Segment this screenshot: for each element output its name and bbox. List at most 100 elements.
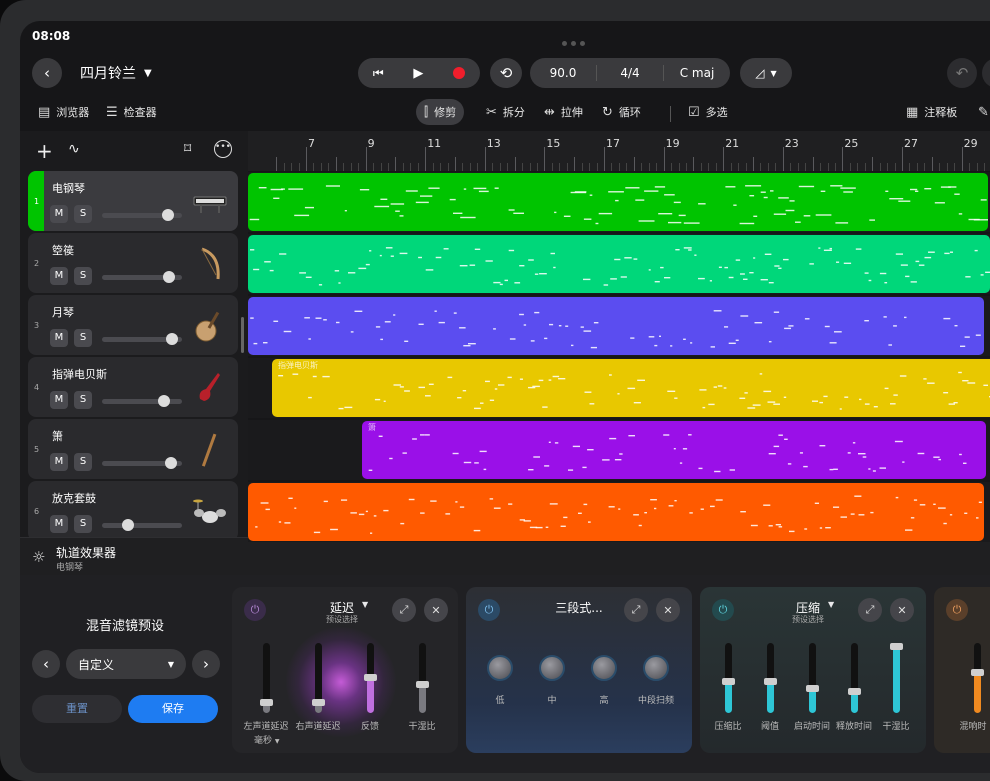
expand-button[interactable]: ⤢ (624, 598, 648, 622)
delay-fader[interactable] (312, 643, 325, 713)
solo-button[interactable]: S (74, 205, 92, 223)
fader-handle[interactable] (764, 677, 777, 685)
power-button[interactable]: ⏻ (244, 599, 266, 621)
fader-handle[interactable] (848, 688, 861, 695)
midi-region[interactable] (248, 173, 988, 231)
project-title-menu[interactable]: 四月铃兰 ▼ (80, 63, 152, 83)
browser-button[interactable]: ▤ 浏览器 (30, 99, 97, 125)
eq-knob[interactable] (487, 655, 513, 681)
compressor-fader[interactable] (764, 643, 777, 713)
mute-button[interactable]: M (50, 391, 68, 409)
track-volume-slider[interactable] (102, 457, 182, 469)
delay-fader[interactable] (260, 643, 273, 713)
fader-handle[interactable] (971, 669, 984, 676)
track-lane[interactable]: 指弹电贝斯 (248, 358, 990, 418)
expand-button[interactable]: ⤢ (392, 598, 416, 622)
back-button[interactable]: ‹ (32, 58, 62, 88)
notes-button[interactable]: ▦ 注释板 (898, 99, 965, 125)
automation-button[interactable]: ∿ (68, 141, 80, 157)
delay-unit-select[interactable]: 毫秒 ▼ (254, 733, 280, 746)
track-header[interactable]: 2 箜篌 M S (28, 233, 238, 293)
solo-button[interactable]: S (74, 515, 92, 533)
fader-handle[interactable] (890, 643, 903, 650)
track-volume-slider[interactable] (102, 395, 182, 407)
rewind-button[interactable]: ⏮ (373, 66, 384, 81)
preset-prev-button[interactable]: ‹ (32, 650, 60, 678)
delay-subtitle[interactable]: 预设选择 (317, 614, 367, 625)
compressor-fader[interactable] (722, 643, 735, 713)
fader-handle[interactable] (416, 681, 429, 688)
close-button[interactable]: ✕ (656, 598, 680, 622)
track-lane[interactable] (248, 482, 990, 542)
reset-button[interactable]: 重置 (32, 695, 122, 723)
solo-button[interactable]: S (74, 453, 92, 471)
volume-knob[interactable] (158, 395, 171, 407)
fader-handle[interactable] (260, 698, 273, 706)
trim-tool[interactable]: ⫿ 修剪 (416, 99, 465, 125)
pen-button[interactable]: ✎ (970, 99, 990, 125)
mute-button[interactable]: M (50, 329, 68, 347)
solo-button[interactable]: S (74, 391, 92, 409)
track-volume-slider[interactable] (102, 333, 182, 345)
time-signature[interactable]: 4/4 (597, 66, 663, 80)
tempo-value[interactable]: 90.0 (530, 66, 596, 80)
close-button[interactable]: ✕ (424, 598, 448, 622)
mute-button[interactable]: M (50, 205, 68, 223)
mute-button[interactable]: M (50, 515, 68, 533)
volume-knob[interactable] (161, 209, 174, 221)
track-lane[interactable]: 箫 (248, 420, 990, 480)
midi-region[interactable]: 箫 (362, 421, 986, 479)
metronome-menu[interactable]: ◿ ▼ (740, 58, 792, 88)
add-track-button[interactable]: + (36, 139, 53, 163)
delay-fader[interactable] (364, 643, 377, 713)
volume-knob[interactable] (121, 519, 134, 531)
close-button[interactable]: ✕ (890, 598, 914, 622)
delay-fader[interactable] (416, 643, 429, 713)
window-handle[interactable] (560, 31, 596, 46)
track-header[interactable]: 4 指弹电贝斯 M S (28, 357, 238, 417)
expand-button[interactable]: ⤢ (858, 598, 882, 622)
eq-knob[interactable] (643, 655, 669, 681)
midi-region[interactable] (248, 235, 990, 293)
midi-region[interactable]: 指弹电贝斯 (272, 359, 990, 417)
compressor-fader[interactable] (848, 643, 861, 713)
track-volume-slider[interactable] (102, 209, 182, 221)
volume-knob[interactable] (164, 457, 177, 469)
track-header[interactable]: 1 电钢琴 M S (28, 171, 238, 231)
multiselect-toggle[interactable]: ☑ 多选 (680, 99, 736, 125)
record-button[interactable] (453, 67, 466, 79)
compressor-fader[interactable] (806, 643, 819, 713)
stretch-tool[interactable]: ⇹ 拉伸 (536, 99, 591, 125)
track-header[interactable]: 3 月琴 M S (28, 295, 238, 355)
fader-handle[interactable] (806, 684, 819, 692)
midi-region[interactable] (248, 483, 984, 541)
fader-handle[interactable] (722, 677, 735, 685)
split-tool[interactable]: ✂ 拆分 (478, 99, 533, 125)
fader-handle[interactable] (364, 674, 377, 681)
track-lane[interactable] (248, 234, 990, 294)
reverb-fader[interactable] (971, 643, 984, 713)
compressor-fader[interactable] (890, 643, 903, 713)
track-list-scrollbar[interactable] (241, 317, 244, 353)
compressor-subtitle[interactable]: 预设选择 (783, 614, 833, 625)
play-button[interactable]: ▶ (413, 66, 423, 81)
solo-button[interactable]: S (74, 329, 92, 347)
mute-button[interactable]: M (50, 267, 68, 285)
save-button[interactable]: 保存 (128, 695, 218, 723)
midi-region[interactable] (248, 297, 984, 355)
track-volume-slider[interactable] (102, 519, 182, 531)
redo-button[interactable]: ↷ (982, 58, 990, 88)
loop-toggle-button[interactable]: ⟲ (490, 58, 522, 88)
timeline-ruler[interactable]: 7 9 11 13 15 17 19 21 23 25 27 29 (248, 131, 990, 171)
track-volume-slider[interactable] (102, 271, 182, 283)
power-button[interactable]: ⏻ (946, 599, 968, 621)
preset-next-button[interactable]: › (192, 650, 220, 678)
volume-knob[interactable] (166, 333, 179, 345)
track-header[interactable]: 5 箫MS (28, 419, 238, 479)
key-signature[interactable]: C maj (664, 66, 730, 80)
preset-select[interactable]: 自定义 ▼ (66, 649, 186, 679)
power-button[interactable]: ⏻ (478, 599, 500, 621)
bookmark-button[interactable]: ⌑ (184, 141, 191, 157)
loop-tool[interactable]: ↻ 循环 (594, 99, 649, 125)
track-lane[interactable] (248, 296, 990, 356)
